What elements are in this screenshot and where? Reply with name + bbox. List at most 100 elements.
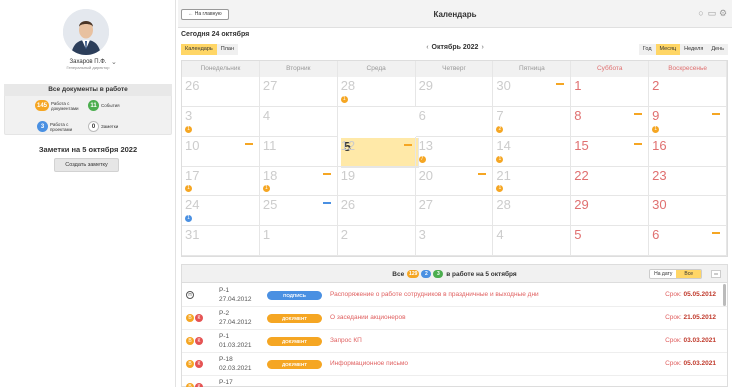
stat-notes[interactable]: 0 Заметки xyxy=(88,121,118,132)
personal-icon: П xyxy=(186,291,194,299)
task-count-badge[interactable]: 1 xyxy=(340,95,348,103)
calendar-day-cell[interactable]: 30 xyxy=(493,77,572,107)
calendar-day-cell[interactable]: 10 xyxy=(182,136,260,167)
calendar-day-cell[interactable]: 28 xyxy=(493,196,572,227)
stat-documents[interactable]: 145 Работа с документами xyxy=(35,100,83,111)
event-marker[interactable] xyxy=(711,232,720,235)
calendar-day-cell[interactable]: 27 xyxy=(415,196,494,227)
document-row[interactable]: В К Р-18 02.03.2021 ДОКУМЕНТ Информационное п… xyxy=(182,353,727,376)
calendar-day-cell[interactable]: 29 xyxy=(571,196,650,227)
calendar-day-cell[interactable]: 15 xyxy=(571,136,650,167)
task-count-badge[interactable]: 2 xyxy=(496,125,504,133)
calendar-day-cell[interactable]: 20 xyxy=(415,166,494,197)
task-count-badge[interactable]: 1 xyxy=(652,125,660,133)
calendar-day-cell[interactable]: 2 xyxy=(337,226,416,256)
calendar-day-cell[interactable]: 6 xyxy=(415,106,494,137)
event-marker[interactable] xyxy=(478,172,487,175)
document-subject-link[interactable]: Распоряжение о работе сотрудников в праз… xyxy=(330,291,539,298)
calendar-day-cell[interactable]: 22 xyxy=(571,166,650,197)
day-number: 13 xyxy=(418,137,434,153)
calendar-day-cell[interactable]: 91 xyxy=(649,106,727,137)
calendar-day-cell[interactable]: 5 xyxy=(571,226,650,256)
calendar-day-cell[interactable]: 21 1 xyxy=(493,166,572,197)
document-deadline: Срок: 05.05.2012 xyxy=(665,291,716,298)
task-count-badge[interactable]: 1 xyxy=(185,185,192,193)
calendar-day-cell[interactable]: 26 xyxy=(337,196,416,227)
calendar-day-cell[interactable]: 31 xyxy=(182,106,260,137)
document-subject-link[interactable]: Информационное письмо xyxy=(330,360,408,367)
tab-month[interactable]: Месяц xyxy=(655,44,681,55)
filter-all[interactable]: Все xyxy=(676,270,701,278)
calendar-day-cell[interactable]: 1 xyxy=(571,77,650,107)
calendar-day-cell[interactable]: 4 xyxy=(493,226,572,256)
calendar-day-cell[interactable]: 6 xyxy=(649,226,727,256)
event-marker[interactable] xyxy=(322,202,331,205)
avatar[interactable] xyxy=(63,9,109,55)
stat-projects[interactable]: 3 Работа с проектами xyxy=(37,121,80,132)
task-count-badge[interactable]: 1 xyxy=(185,215,192,223)
calendar-day-cell[interactable]: 8 xyxy=(571,106,650,137)
calendar-day-cell[interactable]: 29 xyxy=(415,77,494,107)
projects-count-badge: 3 xyxy=(37,121,48,132)
calendar-day-cell[interactable]: 12 xyxy=(337,136,416,167)
event-marker[interactable] xyxy=(556,83,565,85)
task-count-badge[interactable]: 1 xyxy=(496,155,504,163)
document-row[interactable]: В К Р-2 27.04.2012 ДОКУМЕНТ О заседании акцио… xyxy=(182,307,727,330)
day-number: 21 xyxy=(496,167,511,183)
event-marker[interactable] xyxy=(634,142,643,145)
document-code: Р-17 xyxy=(219,379,233,386)
calendar-day-cell[interactable]: 2 xyxy=(649,77,727,107)
calendar-day-cell[interactable]: 18 1 xyxy=(259,166,338,197)
stat-events[interactable]: 11 События xyxy=(88,100,120,111)
calendar-day-cell[interactable]: 30 xyxy=(649,196,727,227)
calendar-day-cell[interactable]: 72 xyxy=(493,106,572,137)
task-count-badge[interactable]: 1 xyxy=(262,185,270,193)
print-icon[interactable]: ▭ xyxy=(707,8,717,18)
calendar-day-cell[interactable]: 28 1 xyxy=(337,77,416,107)
gear-icon[interactable]: ⚙ xyxy=(718,8,728,18)
calendar-day-cell[interactable]: 17 1 xyxy=(182,166,260,197)
day-number: 19 xyxy=(340,167,356,183)
event-marker[interactable] xyxy=(711,112,720,115)
tab-week[interactable]: Неделя xyxy=(680,44,708,55)
task-count-badge[interactable]: 7 xyxy=(418,155,426,163)
task-count-badge[interactable]: 1 xyxy=(185,125,192,133)
calendar-day-cell[interactable]: 11 xyxy=(259,136,338,167)
refresh-icon[interactable]: ○ xyxy=(696,8,706,18)
event-marker[interactable] xyxy=(244,142,253,145)
document-subject-link[interactable]: Запрос КП xyxy=(330,337,362,344)
period-tabs: Год Месяц Неделя День xyxy=(638,44,728,55)
filter-by-date[interactable]: На дату xyxy=(650,270,677,278)
event-marker[interactable] xyxy=(634,112,643,115)
calendar-day-cell[interactable]: 31 xyxy=(182,226,260,256)
event-marker[interactable] xyxy=(322,172,331,175)
task-count-badge[interactable]: 1 xyxy=(496,185,504,193)
next-month-button[interactable]: › xyxy=(481,44,483,51)
calendar-day-cell[interactable]: 23 xyxy=(649,166,727,197)
create-note-button[interactable]: Создать заметку xyxy=(54,158,119,172)
tab-year[interactable]: Год xyxy=(638,44,656,55)
tab-day[interactable]: День xyxy=(707,44,728,55)
document-row[interactable]: В К Р-17 xyxy=(182,376,727,387)
control-icon: К xyxy=(195,360,203,368)
document-row[interactable]: П Р-1 27.04.2012 ПОДПИСЬ Распоряжение о рабо… xyxy=(182,284,727,307)
calendar-day-cell[interactable]: 26 xyxy=(182,77,260,107)
calendar-day-cell[interactable]: 27 xyxy=(259,77,338,107)
collapse-icon[interactable]: ▭ xyxy=(711,270,721,278)
calendar-day-cell[interactable]: 1 xyxy=(259,226,338,256)
control-icon: К xyxy=(195,383,203,387)
calendar-day-cell[interactable]: 13 7 xyxy=(415,136,494,167)
prev-month-button[interactable]: ‹ xyxy=(426,44,428,51)
calendar-day-cell[interactable]: 24 1 xyxy=(182,196,260,227)
scrollbar[interactable] xyxy=(723,284,726,306)
calendar-day-cell[interactable]: 25 xyxy=(259,196,338,227)
calendar-day-cell[interactable]: 3 xyxy=(415,226,494,256)
day-number: 30 xyxy=(652,197,667,213)
calendar-day-cell[interactable]: 16 xyxy=(649,136,727,167)
calendar-day-cell[interactable]: 4 xyxy=(259,106,338,137)
document-subject-link[interactable]: О заседании акционеров xyxy=(330,314,406,321)
calendar-day-cell[interactable]: 19 xyxy=(337,166,416,197)
calendar-day-cell[interactable]: 14 1 xyxy=(493,136,572,167)
document-row[interactable]: В К Р-1 01.03.2021 ДОКУМЕНТ Запрос КП Срок: 03… xyxy=(182,330,727,353)
row-status-icons: ВК xyxy=(186,337,204,345)
